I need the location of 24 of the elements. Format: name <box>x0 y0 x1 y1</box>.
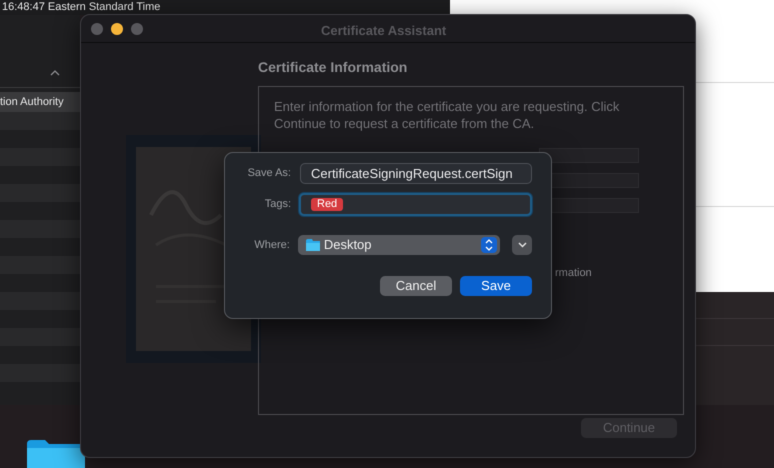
cancel-button[interactable]: Cancel <box>380 276 452 296</box>
chevron-up-icon <box>50 70 60 76</box>
instruction-text: Enter information for the certificate you are requesting. Click Continue to request a certificate from the CA. <box>274 98 620 132</box>
folder-icon <box>306 239 320 251</box>
zoom-button[interactable] <box>131 22 143 34</box>
close-button[interactable] <box>91 22 103 34</box>
field-label: Tags: <box>264 197 291 212</box>
tags-field[interactable]: Red <box>299 193 532 216</box>
stepper-icon <box>485 239 494 251</box>
expand-button[interactable] <box>512 235 532 255</box>
field-label: Where: <box>253 238 290 253</box>
chevron-down-icon <box>518 242 527 248</box>
save-button[interactable]: Save <box>460 276 532 296</box>
folder-icon <box>27 438 85 468</box>
field-label: Save As: <box>246 166 291 182</box>
form-label: rmation <box>555 266 592 281</box>
menu-bar-clock: 16:48:47 Eastern Standard Time <box>2 0 160 14</box>
section-heading: Certificate Information <box>258 58 408 77</box>
filename-field[interactable]: CertificateSigningRequest.certSign <box>300 163 532 184</box>
minimize-button[interactable] <box>111 22 123 34</box>
tag-chip[interactable]: Red <box>311 198 344 211</box>
location-popup[interactable]: Desktop <box>298 235 500 255</box>
list-row[interactable]: tion Authority <box>0 92 80 112</box>
window-title: Certificate Assistant <box>321 22 446 40</box>
